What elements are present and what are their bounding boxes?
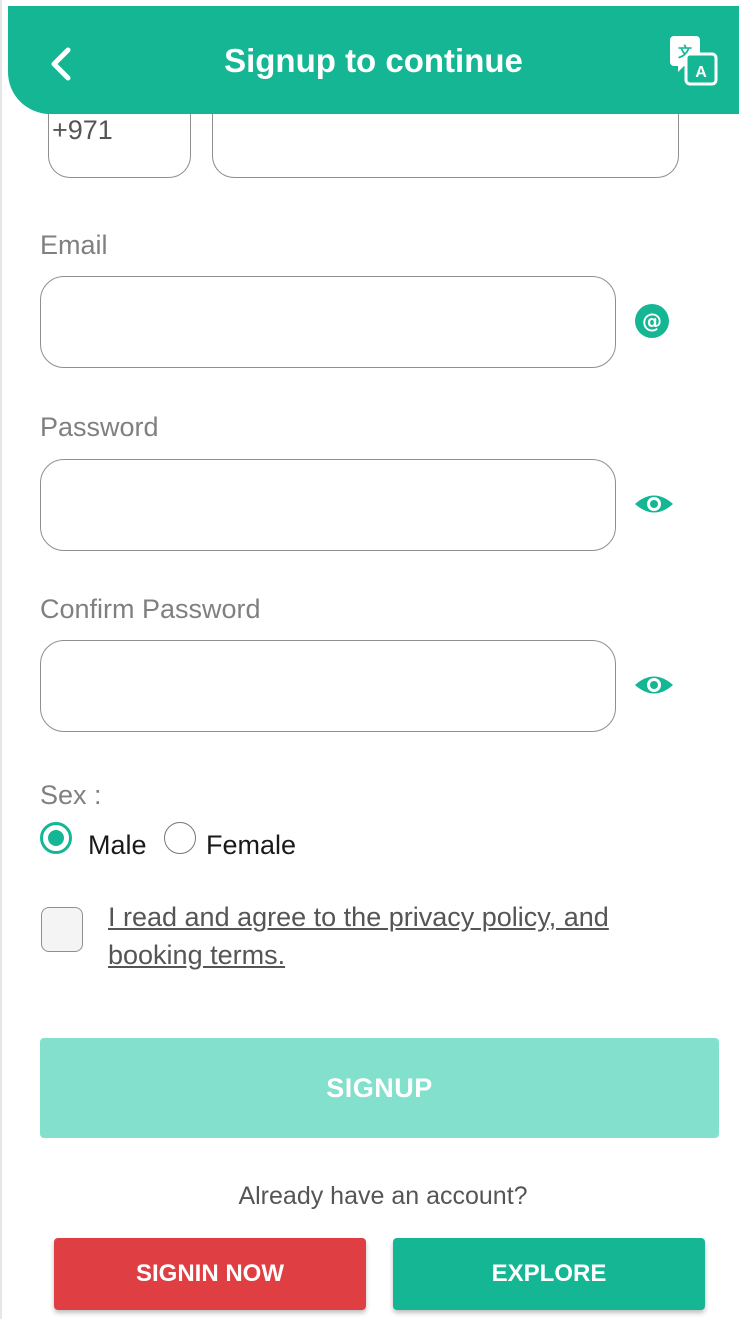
at-sign-icon: @ [635, 304, 669, 338]
sex-label: Sex : [40, 780, 102, 810]
svg-text:A: A [695, 64, 707, 81]
eye-icon [635, 676, 673, 694]
password-input[interactable] [40, 459, 616, 551]
radio-male-label[interactable]: Male [88, 830, 147, 861]
svg-text:@: @ [642, 309, 662, 333]
terms-link[interactable]: I read and agree to the privacy policy, … [108, 898, 698, 974]
password-label: Password [40, 412, 159, 442]
email-label: Email [40, 230, 108, 260]
confirm-password-label: Confirm Password [40, 594, 261, 624]
app-header: Signup to continue 文 A [8, 6, 739, 114]
country-code-value: +971 [52, 115, 113, 145]
confirm-password-input[interactable] [40, 640, 616, 732]
signup-button[interactable]: SIGNUP [40, 1038, 719, 1138]
explore-button[interactable]: EXPLORE [393, 1238, 705, 1310]
already-have-account-text: Already have an account? [238, 1182, 528, 1210]
radio-female[interactable] [164, 822, 196, 854]
radio-male[interactable] [40, 822, 72, 854]
eye-icon [635, 495, 673, 513]
radio-selected-dot [48, 830, 64, 846]
terms-checkbox[interactable] [41, 907, 83, 952]
toggle-confirm-password-visibility[interactable] [633, 666, 675, 704]
translate-icon: 文 A [670, 36, 718, 86]
email-input[interactable] [40, 276, 616, 368]
toggle-password-visibility[interactable] [633, 485, 675, 523]
page-title: Signup to continue [224, 42, 523, 79]
signin-now-button[interactable]: SIGNIN NOW [54, 1238, 366, 1310]
left-edge-divider [0, 0, 2, 1319]
translate-button[interactable]: 文 A [668, 34, 718, 86]
radio-female-label[interactable]: Female [206, 830, 296, 861]
email-icon-button: @ [633, 302, 671, 340]
